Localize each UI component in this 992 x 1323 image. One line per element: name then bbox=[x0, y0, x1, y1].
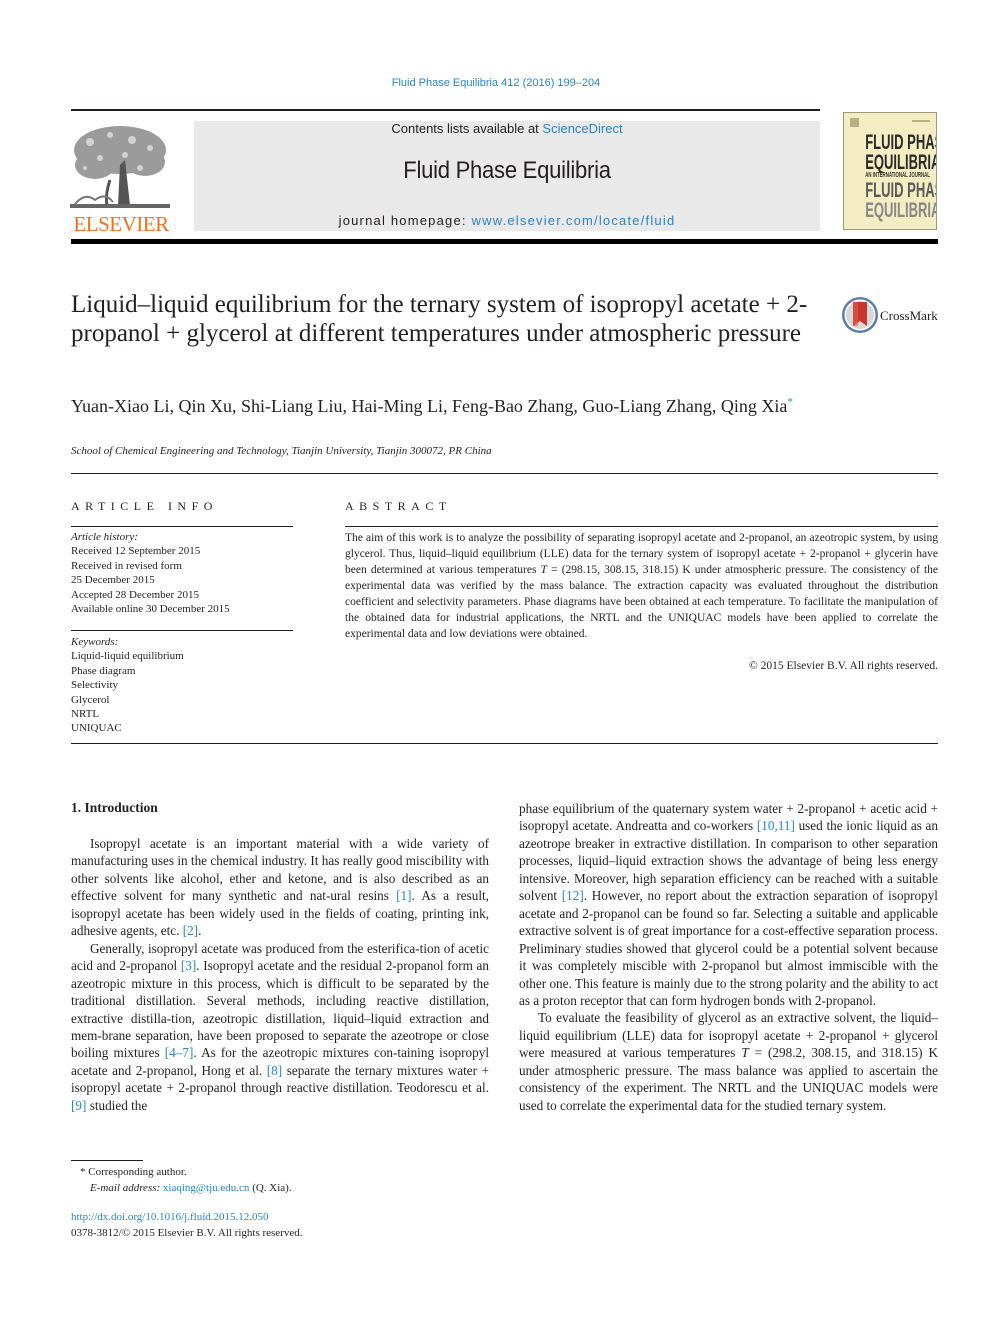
history-item: Received in revised form bbox=[71, 559, 182, 572]
contents-prefix: Contents lists available at bbox=[391, 121, 543, 136]
citation-link[interactable]: [4–7] bbox=[165, 1045, 194, 1060]
homepage-prefix: journal homepage: bbox=[338, 213, 472, 228]
keywords-label: Keywords: bbox=[71, 636, 119, 648]
journal-reference-link[interactable]: Fluid Phase Equilibria 412 (2016) 199–20… bbox=[0, 77, 992, 89]
paragraph: Generally, isopropyl acetate was produce… bbox=[71, 940, 489, 1115]
authors-text: Yuan-Xiao Li, Qin Xu, Shi-Liang Liu, Hai… bbox=[71, 396, 788, 416]
crossmark-label[interactable]: CrossMark bbox=[880, 308, 938, 324]
article-info-heading: ARTICLE INFO bbox=[71, 499, 218, 513]
body-column-right: phase equilibrium of the quaternary syst… bbox=[519, 800, 938, 1114]
paragraph: To evaluate the feasibility of glycerol … bbox=[519, 1009, 938, 1114]
doi-link[interactable]: http://dx.doi.org/10.1016/j.fluid.2015.1… bbox=[71, 1210, 303, 1226]
abstract-heading: ABSTRACT bbox=[345, 499, 452, 513]
email-link[interactable]: xiaqing@tju.edu.cn bbox=[163, 1182, 250, 1194]
introduction-heading: 1. Introduction bbox=[71, 800, 158, 815]
text-run: studied the bbox=[86, 1097, 148, 1113]
email-label: E-mail address: bbox=[90, 1181, 163, 1194]
citation-link[interactable]: [2] bbox=[183, 923, 198, 938]
footnote-rule bbox=[71, 1160, 143, 1161]
doi-block: http://dx.doi.org/10.1016/j.fluid.2015.1… bbox=[71, 1210, 303, 1241]
contents-available-line: Contents lists available at ScienceDirec… bbox=[194, 121, 820, 136]
email-suffix: (Q. Xia). bbox=[249, 1181, 292, 1194]
section-divider bbox=[71, 743, 938, 744]
article-info-rule bbox=[71, 526, 293, 527]
citation-link[interactable]: [12] bbox=[562, 888, 584, 903]
crossmark-badge-icon[interactable] bbox=[841, 296, 879, 334]
keyword-item: Phase diagram bbox=[71, 664, 136, 677]
body-column-left: Isopropyl acetate is an important materi… bbox=[71, 835, 489, 1114]
abstract-rule bbox=[345, 526, 938, 527]
article-title: Liquid–liquid equilibrium for the ternar… bbox=[71, 291, 808, 347]
history-item: 25 December 2015 bbox=[71, 574, 155, 587]
article-history-label: Article history: bbox=[71, 531, 138, 543]
header-thick-rule bbox=[71, 239, 938, 244]
email-line: E-mail address: xiaqing@tju.edu.cn (Q. X… bbox=[80, 1181, 292, 1197]
cover-title-line: EQUILIBRIA bbox=[865, 199, 937, 222]
section-divider bbox=[71, 473, 938, 474]
affiliation: School of Chemical Engineering and Techn… bbox=[71, 445, 492, 457]
article-history: Article history: Received 12 September 2… bbox=[71, 530, 230, 616]
keyword-item: Liquid-liquid equilibrium bbox=[71, 650, 184, 663]
abstract-copyright: © 2015 Elsevier B.V. All rights reserved… bbox=[749, 660, 938, 672]
sciencedirect-link[interactable]: ScienceDirect bbox=[542, 121, 622, 136]
author-list: Yuan-Xiao Li, Qin Xu, Shi-Liang Liu, Hai… bbox=[71, 391, 811, 418]
citation-link[interactable]: [10,11] bbox=[757, 818, 795, 833]
keyword-item: Glycerol bbox=[71, 693, 110, 706]
paragraph: Isopropyl acetate is an important materi… bbox=[71, 835, 489, 940]
keywords-rule bbox=[71, 630, 293, 631]
journal-cover-thumbnail[interactable]: FLUID PHASE EQUILIBRIA AN INTERNATIONAL … bbox=[843, 112, 937, 230]
elsevier-wordmark: ELSEVIER bbox=[73, 212, 169, 236]
corresponding-author-note: * Corresponding author. bbox=[80, 1166, 187, 1178]
keywords-list: Keywords: Liquid-liquid equilibrium Phas… bbox=[71, 635, 184, 736]
cover-publisher-mark-icon bbox=[850, 118, 859, 127]
footnote: * Corresponding author. E-mail address: … bbox=[80, 1165, 292, 1196]
temperature-symbol: T bbox=[741, 1045, 749, 1061]
citation-link[interactable]: [8] bbox=[267, 1063, 282, 1078]
corresponding-author-mark[interactable]: * bbox=[787, 396, 793, 408]
text-run: . However, no report about the extractio… bbox=[519, 888, 938, 1008]
abstract-text: The aim of this work is to analyze the p… bbox=[345, 530, 938, 642]
citation-link[interactable]: [9] bbox=[71, 1098, 86, 1113]
keyword-item: NRTL bbox=[71, 708, 100, 721]
cover-subtitle-line: AN INTERNATIONAL JOURNAL bbox=[865, 172, 930, 179]
journal-title: Fluid Phase Equilibria bbox=[403, 157, 611, 184]
journal-banner: Contents lists available at ScienceDirec… bbox=[194, 121, 820, 231]
issn-copyright: 0378-3812/© 2015 Elsevier B.V. All right… bbox=[71, 1226, 303, 1239]
history-item: Available online 30 December 2015 bbox=[71, 603, 230, 616]
citation-link[interactable]: [1] bbox=[396, 888, 411, 903]
history-item: Accepted 28 December 2015 bbox=[71, 588, 199, 601]
keyword-item: Selectivity bbox=[71, 679, 119, 692]
keyword-item: UNIQUAC bbox=[71, 722, 122, 735]
citation-link[interactable]: [3] bbox=[181, 958, 196, 973]
journal-homepage-line: journal homepage: www.elsevier.com/locat… bbox=[194, 213, 820, 228]
journal-homepage-link[interactable]: www.elsevier.com/locate/fluid bbox=[472, 213, 676, 228]
history-item: Received 12 September 2015 bbox=[71, 545, 201, 558]
paragraph: phase equilibrium of the quaternary syst… bbox=[519, 800, 938, 1009]
header-top-rule bbox=[71, 109, 820, 111]
text-run: . bbox=[198, 923, 202, 939]
cover-volume-mark bbox=[912, 120, 930, 122]
